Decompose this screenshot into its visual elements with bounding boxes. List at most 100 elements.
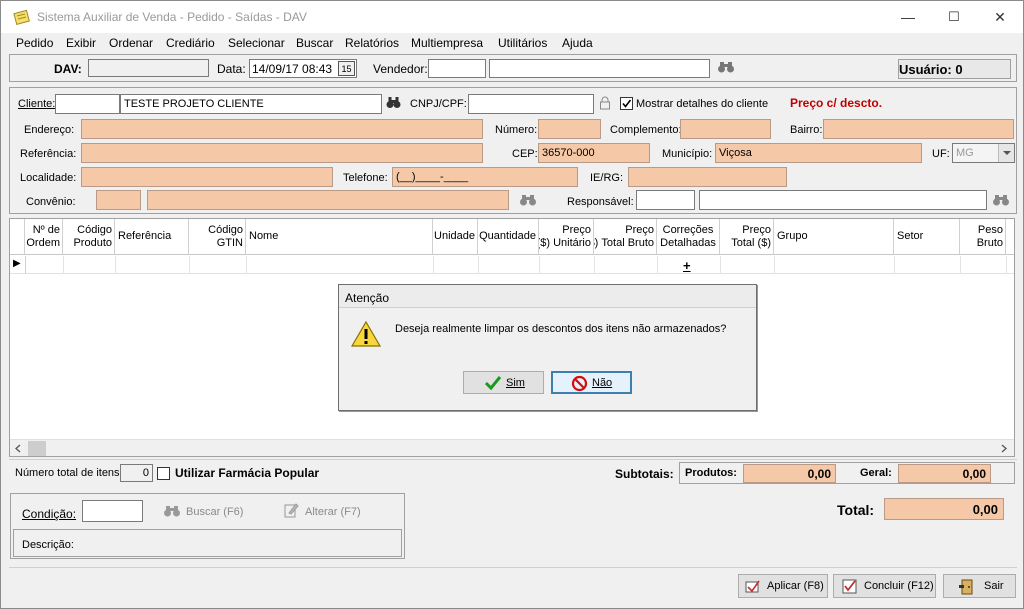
menu-pedido[interactable]: Pedido	[16, 36, 53, 50]
municipio-label: Município:	[662, 148, 713, 160]
col-nome[interactable]: Nome	[246, 219, 433, 255]
col-preco-total[interactable]: Preço Total ($)	[720, 219, 774, 255]
descricao-box: Descrição:	[13, 529, 402, 557]
alterar-button[interactable]: Alterar (F7)	[305, 506, 361, 518]
conclude-icon	[842, 579, 857, 594]
table-row[interactable]: ▶ +	[10, 256, 1014, 274]
maximize-button[interactable]: ☐	[931, 1, 977, 33]
concluir-label: Concluir (F12)	[864, 580, 934, 592]
descricao-label: Descrição:	[22, 539, 74, 551]
convenio-name-field[interactable]	[147, 190, 509, 210]
produtos-label: Produtos:	[685, 467, 737, 479]
expand-correcoes-icon[interactable]: +	[683, 258, 691, 273]
horizontal-scrollbar[interactable]	[10, 439, 1014, 456]
col-peso-bruto-l1: Peso	[977, 224, 1003, 236]
convenio-label: Convênio:	[26, 196, 76, 208]
sair-button[interactable]: Sair	[943, 574, 1016, 598]
menu-multiempresa[interactable]: Multiempresa	[411, 36, 483, 50]
col-unidade[interactable]: Unidade	[433, 219, 478, 255]
col-preco-total-bruto[interactable]: PreçoTotal Bruto ($)	[594, 219, 657, 255]
menu-selecionar[interactable]: Selecionar	[228, 36, 285, 50]
cliente-name-field[interactable]: TESTE PROJETO CLIENTE	[120, 94, 382, 114]
col-correcoes[interactable]: Correções Detalhadas	[657, 219, 720, 255]
vendedor-code-field[interactable]	[428, 59, 486, 78]
app-icon	[13, 9, 30, 25]
col-correcoes-l1: Correções	[662, 224, 714, 236]
cliente-code-field[interactable]	[55, 94, 120, 114]
menu-ajuda[interactable]: Ajuda	[562, 36, 593, 50]
endereco-field[interactable]	[81, 119, 483, 139]
dav-panel: DAV: Data: 14/09/17 08:43 15 Vendedor: U…	[9, 54, 1017, 82]
condicao-field[interactable]	[82, 500, 143, 522]
no-button[interactable]: Não	[551, 371, 632, 394]
search-convenio-binoculars-icon[interactable]	[519, 193, 537, 207]
menu-ordenar[interactable]: Ordenar	[109, 36, 153, 50]
col-referencia[interactable]: Referência	[115, 219, 189, 255]
close-button[interactable]: ✕	[977, 1, 1023, 33]
col-preco-total-l1: Preço	[742, 224, 771, 236]
subtotais-label: Subtotais:	[615, 467, 674, 481]
convenio-code-field[interactable]	[96, 190, 141, 210]
client-panel: Cliente: TESTE PROJETO CLIENTE CNPJ/CPF:…	[9, 87, 1017, 214]
municipio-field[interactable]: Viçosa	[715, 143, 922, 163]
scroll-right-icon[interactable]	[998, 442, 1010, 455]
apply-icon	[745, 580, 760, 593]
menu-buscar[interactable]: Buscar	[296, 36, 333, 50]
dialog-title: Atenção	[345, 291, 390, 305]
col-codigo-gtin-l2: GTIN	[216, 237, 243, 249]
condicao-panel: Condição: Buscar (F6) Alterar (F7) Descr…	[10, 493, 405, 559]
concluir-button[interactable]: Concluir (F12)	[833, 574, 936, 598]
vendedor-name-field[interactable]	[489, 59, 710, 78]
buscar-button[interactable]: Buscar (F6)	[186, 506, 243, 518]
col-codigo-produto[interactable]: Código Produto	[63, 219, 115, 255]
scroll-left-icon[interactable]	[12, 442, 24, 455]
menu-relatorios[interactable]: Relatórios	[345, 36, 399, 50]
col-codigo-gtin[interactable]: Código GTIN	[189, 219, 246, 255]
menu-utilitarios[interactable]: Utilitários	[498, 36, 547, 50]
menu-crediario[interactable]: Crediário	[166, 36, 215, 50]
minimize-button[interactable]: —	[885, 1, 931, 33]
responsavel-code-field[interactable]	[636, 190, 695, 210]
green-checkmark-icon	[484, 376, 502, 391]
preco-desconto-label: Preço c/ descto.	[790, 96, 883, 110]
col-quantidade[interactable]: Quantidade	[478, 219, 539, 255]
endereco-label: Endereço:	[24, 124, 75, 136]
numero-label: Número:	[495, 124, 538, 136]
bairro-field[interactable]	[823, 119, 1014, 139]
aplicar-button[interactable]: Aplicar (F8)	[738, 574, 828, 598]
grid-header: Nº de Ordem Código Produto Referência Códi…	[10, 219, 1014, 255]
responsavel-name-field[interactable]	[699, 190, 987, 210]
complemento-field[interactable]	[680, 119, 771, 139]
calendar-button[interactable]: 15	[338, 61, 355, 76]
search-client-binoculars-icon[interactable]	[386, 96, 401, 109]
no-label: Não	[592, 377, 613, 389]
col-setor[interactable]: Setor	[894, 219, 960, 255]
mostrar-detalhes-checkbox[interactable]	[620, 97, 633, 110]
uf-dropdown-button[interactable]	[998, 144, 1014, 162]
yes-button[interactable]: Sim	[463, 371, 544, 394]
cnpj-label: CNPJ/CPF:	[410, 98, 467, 110]
col-preco-total-l2: Total ($)	[731, 237, 771, 249]
localidade-field[interactable]	[81, 167, 333, 187]
col-peso-bruto[interactable]: Peso Bruto	[960, 219, 1006, 255]
total-field: 0,00	[884, 498, 1004, 520]
referencia-field[interactable]	[81, 143, 483, 163]
col-preco-unitario[interactable]: PreçoUnitário ($)	[539, 219, 594, 255]
chevron-down-icon	[1003, 151, 1011, 155]
cancel-icon	[571, 375, 588, 392]
telefone-field[interactable]: (__)____-____	[392, 167, 578, 187]
col-grupo[interactable]: Grupo	[774, 219, 894, 255]
menu-exibir[interactable]: Exibir	[66, 36, 96, 50]
cep-field[interactable]: 36570-000	[538, 143, 650, 163]
binoculars-icon[interactable]	[717, 60, 735, 74]
num-itens-label: Número total de itens:	[15, 467, 123, 479]
ierg-field[interactable]	[628, 167, 787, 187]
farmacia-checkbox[interactable]	[157, 467, 170, 480]
vendedor-label: Vendedor:	[373, 62, 428, 76]
cnpj-field[interactable]	[468, 94, 594, 114]
numero-field[interactable]	[538, 119, 601, 139]
num-itens-field: 0	[120, 464, 153, 482]
scrollbar-thumb[interactable]	[28, 441, 46, 456]
search-responsavel-binoculars-icon[interactable]	[992, 193, 1010, 207]
col-ordem[interactable]: Nº de Ordem	[25, 219, 63, 255]
